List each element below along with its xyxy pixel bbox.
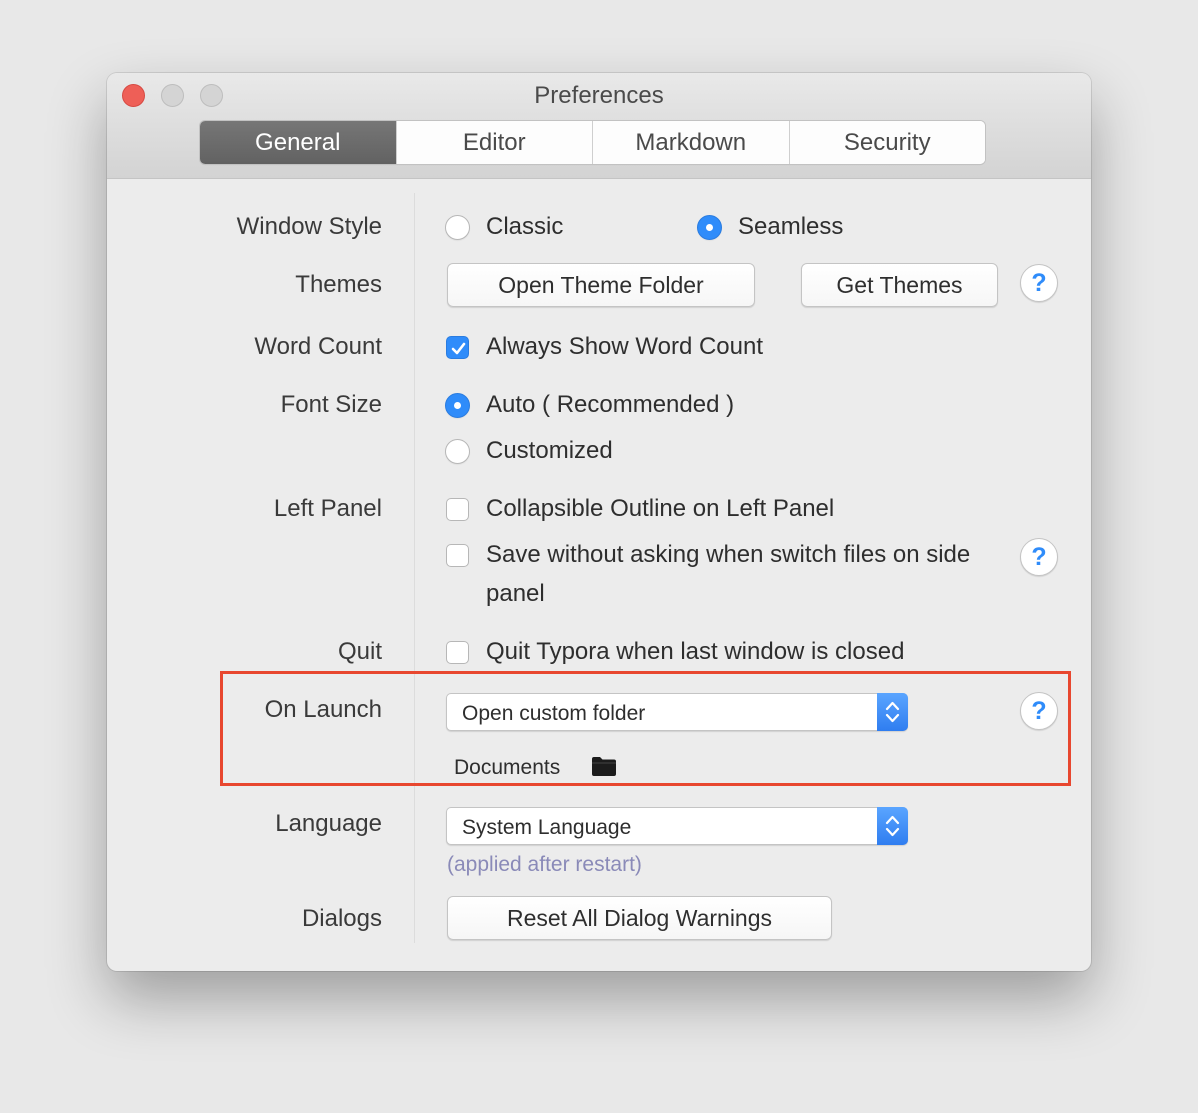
- save-without-asking-checkbox[interactable]: [446, 544, 469, 567]
- language-select[interactable]: System Language: [446, 807, 908, 845]
- language-selected-value: System Language: [462, 816, 632, 839]
- chevron-up-down-icon: [885, 815, 900, 837]
- dialogs-label: Dialogs: [301, 905, 382, 932]
- collapsible-outline-label[interactable]: Collapsible Outline on Left Panel: [486, 495, 834, 523]
- tab-markdown[interactable]: Markdown: [592, 121, 789, 164]
- word-count-label: Word Count: [254, 333, 382, 360]
- language-label: Language: [275, 810, 382, 837]
- window-style-label: Window Style: [236, 213, 382, 240]
- themes-label: Themes: [295, 271, 382, 298]
- classic-radio[interactable]: [445, 215, 470, 240]
- seamless-radio[interactable]: [697, 215, 722, 240]
- label-divider: [414, 193, 415, 943]
- preferences-window: Preferences General Editor Markdown Secu…: [107, 73, 1091, 971]
- quit-label: Quit: [337, 638, 382, 665]
- customized-font-size-label[interactable]: Customized: [486, 437, 613, 465]
- get-themes-button[interactable]: Get Themes: [801, 263, 998, 307]
- left-panel-label: Left Panel: [273, 495, 382, 522]
- save-without-asking-label[interactable]: Save without asking when switch files on…: [486, 541, 970, 569]
- font-size-label: Font Size: [280, 391, 382, 418]
- tab-bar: General Editor Markdown Security: [200, 121, 985, 164]
- language-restart-hint: (applied after restart): [447, 853, 642, 876]
- title-bar: Preferences General Editor Markdown Secu…: [107, 73, 1091, 179]
- quit-typora-checkbox[interactable]: [446, 641, 469, 664]
- customized-font-size-radio[interactable]: [445, 439, 470, 464]
- tab-editor[interactable]: Editor: [395, 121, 592, 164]
- word-count-option-label[interactable]: Always Show Word Count: [486, 333, 763, 361]
- themes-help-icon[interactable]: ?: [1020, 264, 1058, 302]
- collapsible-outline-checkbox[interactable]: [446, 498, 469, 521]
- quit-typora-label[interactable]: Quit Typora when last window is closed: [486, 638, 904, 666]
- checkmark-icon: [451, 342, 466, 355]
- language-stepper[interactable]: [877, 807, 908, 845]
- open-theme-folder-button[interactable]: Open Theme Folder: [447, 263, 755, 307]
- seamless-option-label[interactable]: Seamless: [738, 213, 843, 241]
- save-without-asking-label-cont[interactable]: panel: [486, 580, 545, 608]
- auto-font-size-radio[interactable]: [445, 393, 470, 418]
- reset-dialog-warnings-button[interactable]: Reset All Dialog Warnings: [447, 896, 832, 940]
- on-launch-highlight-box: [220, 671, 1071, 786]
- window-title: Preferences: [534, 82, 664, 109]
- auto-font-size-label[interactable]: Auto ( Recommended ): [486, 391, 734, 419]
- tab-security[interactable]: Security: [788, 121, 985, 164]
- word-count-checkbox[interactable]: [446, 336, 469, 359]
- classic-option-label[interactable]: Classic: [486, 213, 563, 241]
- left-panel-help-icon[interactable]: ?: [1020, 538, 1058, 576]
- tab-general[interactable]: General: [200, 121, 396, 164]
